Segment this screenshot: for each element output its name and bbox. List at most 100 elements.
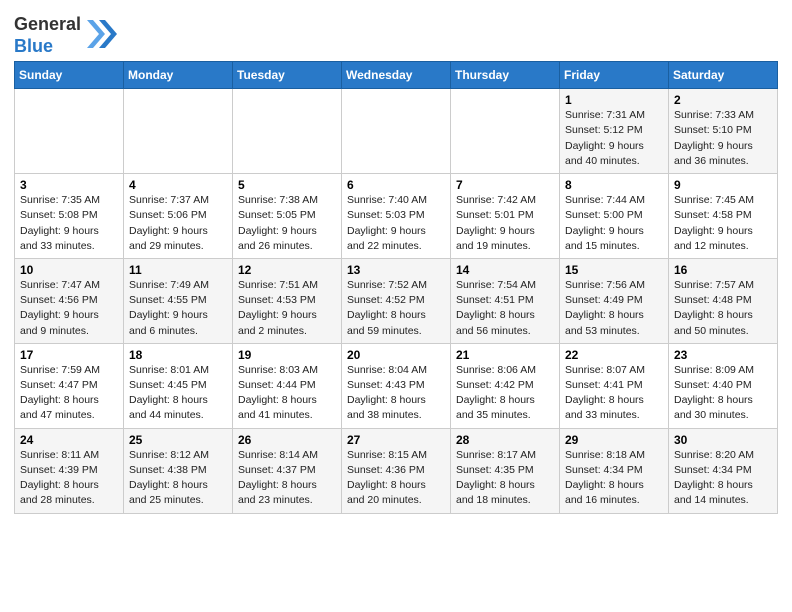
calendar-cell: 15Sunrise: 7:56 AM Sunset: 4:49 PM Dayli…	[560, 258, 669, 343]
calendar-week-row: 17Sunrise: 7:59 AM Sunset: 4:47 PM Dayli…	[15, 343, 778, 428]
day-number: 27	[347, 433, 445, 447]
day-info: Sunrise: 8:04 AM Sunset: 4:43 PM Dayligh…	[347, 363, 445, 424]
calendar-cell: 24Sunrise: 8:11 AM Sunset: 4:39 PM Dayli…	[15, 428, 124, 513]
page: General Blue SundayMondayTuesdayWednesda…	[0, 0, 792, 524]
logo-general: General	[14, 14, 81, 36]
calendar-cell: 21Sunrise: 8:06 AM Sunset: 4:42 PM Dayli…	[451, 343, 560, 428]
calendar-cell: 10Sunrise: 7:47 AM Sunset: 4:56 PM Dayli…	[15, 258, 124, 343]
calendar-week-row: 10Sunrise: 7:47 AM Sunset: 4:56 PM Dayli…	[15, 258, 778, 343]
calendar-cell	[233, 89, 342, 174]
day-number: 29	[565, 433, 663, 447]
calendar-cell	[342, 89, 451, 174]
calendar-cell: 17Sunrise: 7:59 AM Sunset: 4:47 PM Dayli…	[15, 343, 124, 428]
calendar-week-row: 24Sunrise: 8:11 AM Sunset: 4:39 PM Dayli…	[15, 428, 778, 513]
calendar-cell: 20Sunrise: 8:04 AM Sunset: 4:43 PM Dayli…	[342, 343, 451, 428]
logo-area: General Blue	[14, 10, 120, 57]
day-number: 23	[674, 348, 772, 362]
weekday-header-tuesday: Tuesday	[233, 62, 342, 89]
day-number: 14	[456, 263, 554, 277]
calendar-cell: 11Sunrise: 7:49 AM Sunset: 4:55 PM Dayli…	[124, 258, 233, 343]
day-info: Sunrise: 7:38 AM Sunset: 5:05 PM Dayligh…	[238, 193, 336, 254]
day-info: Sunrise: 7:40 AM Sunset: 5:03 PM Dayligh…	[347, 193, 445, 254]
weekday-header-friday: Friday	[560, 62, 669, 89]
day-info: Sunrise: 7:47 AM Sunset: 4:56 PM Dayligh…	[20, 278, 118, 339]
day-info: Sunrise: 7:44 AM Sunset: 5:00 PM Dayligh…	[565, 193, 663, 254]
calendar-cell: 22Sunrise: 8:07 AM Sunset: 4:41 PM Dayli…	[560, 343, 669, 428]
day-number: 30	[674, 433, 772, 447]
weekday-header-wednesday: Wednesday	[342, 62, 451, 89]
calendar-cell: 23Sunrise: 8:09 AM Sunset: 4:40 PM Dayli…	[669, 343, 778, 428]
day-info: Sunrise: 8:14 AM Sunset: 4:37 PM Dayligh…	[238, 448, 336, 509]
day-number: 22	[565, 348, 663, 362]
calendar-cell: 29Sunrise: 8:18 AM Sunset: 4:34 PM Dayli…	[560, 428, 669, 513]
calendar-cell: 26Sunrise: 8:14 AM Sunset: 4:37 PM Dayli…	[233, 428, 342, 513]
day-info: Sunrise: 7:52 AM Sunset: 4:52 PM Dayligh…	[347, 278, 445, 339]
calendar-cell: 4Sunrise: 7:37 AM Sunset: 5:06 PM Daylig…	[124, 174, 233, 259]
weekday-header-thursday: Thursday	[451, 62, 560, 89]
day-number: 17	[20, 348, 118, 362]
day-number: 26	[238, 433, 336, 447]
weekday-header-monday: Monday	[124, 62, 233, 89]
day-info: Sunrise: 8:11 AM Sunset: 4:39 PM Dayligh…	[20, 448, 118, 509]
day-number: 15	[565, 263, 663, 277]
day-number: 11	[129, 263, 227, 277]
calendar-cell	[15, 89, 124, 174]
day-number: 1	[565, 93, 663, 107]
day-info: Sunrise: 7:45 AM Sunset: 4:58 PM Dayligh…	[674, 193, 772, 254]
calendar-cell: 6Sunrise: 7:40 AM Sunset: 5:03 PM Daylig…	[342, 174, 451, 259]
day-number: 25	[129, 433, 227, 447]
day-number: 13	[347, 263, 445, 277]
calendar-cell: 27Sunrise: 8:15 AM Sunset: 4:36 PM Dayli…	[342, 428, 451, 513]
calendar-table: SundayMondayTuesdayWednesdayThursdayFrid…	[14, 61, 778, 513]
calendar-cell: 30Sunrise: 8:20 AM Sunset: 4:34 PM Dayli…	[669, 428, 778, 513]
day-info: Sunrise: 7:31 AM Sunset: 5:12 PM Dayligh…	[565, 108, 663, 169]
day-info: Sunrise: 7:56 AM Sunset: 4:49 PM Dayligh…	[565, 278, 663, 339]
day-number: 9	[674, 178, 772, 192]
calendar-cell: 2Sunrise: 7:33 AM Sunset: 5:10 PM Daylig…	[669, 89, 778, 174]
calendar-cell: 28Sunrise: 8:17 AM Sunset: 4:35 PM Dayli…	[451, 428, 560, 513]
day-number: 24	[20, 433, 118, 447]
calendar-cell: 16Sunrise: 7:57 AM Sunset: 4:48 PM Dayli…	[669, 258, 778, 343]
day-info: Sunrise: 7:37 AM Sunset: 5:06 PM Dayligh…	[129, 193, 227, 254]
day-info: Sunrise: 8:09 AM Sunset: 4:40 PM Dayligh…	[674, 363, 772, 424]
calendar-cell: 19Sunrise: 8:03 AM Sunset: 4:44 PM Dayli…	[233, 343, 342, 428]
calendar-cell: 25Sunrise: 8:12 AM Sunset: 4:38 PM Dayli…	[124, 428, 233, 513]
day-number: 18	[129, 348, 227, 362]
day-number: 6	[347, 178, 445, 192]
day-number: 7	[456, 178, 554, 192]
calendar-cell: 13Sunrise: 7:52 AM Sunset: 4:52 PM Dayli…	[342, 258, 451, 343]
logo-blue: Blue	[14, 36, 81, 58]
day-info: Sunrise: 7:57 AM Sunset: 4:48 PM Dayligh…	[674, 278, 772, 339]
calendar-cell: 8Sunrise: 7:44 AM Sunset: 5:00 PM Daylig…	[560, 174, 669, 259]
weekday-header-row: SundayMondayTuesdayWednesdayThursdayFrid…	[15, 62, 778, 89]
day-number: 20	[347, 348, 445, 362]
day-info: Sunrise: 7:51 AM Sunset: 4:53 PM Dayligh…	[238, 278, 336, 339]
calendar-cell: 1Sunrise: 7:31 AM Sunset: 5:12 PM Daylig…	[560, 89, 669, 174]
calendar-cell: 9Sunrise: 7:45 AM Sunset: 4:58 PM Daylig…	[669, 174, 778, 259]
day-info: Sunrise: 8:15 AM Sunset: 4:36 PM Dayligh…	[347, 448, 445, 509]
day-info: Sunrise: 7:42 AM Sunset: 5:01 PM Dayligh…	[456, 193, 554, 254]
day-info: Sunrise: 8:07 AM Sunset: 4:41 PM Dayligh…	[565, 363, 663, 424]
day-info: Sunrise: 8:17 AM Sunset: 4:35 PM Dayligh…	[456, 448, 554, 509]
calendar-week-row: 1Sunrise: 7:31 AM Sunset: 5:12 PM Daylig…	[15, 89, 778, 174]
day-number: 5	[238, 178, 336, 192]
day-number: 12	[238, 263, 336, 277]
day-info: Sunrise: 8:01 AM Sunset: 4:45 PM Dayligh…	[129, 363, 227, 424]
weekday-header-sunday: Sunday	[15, 62, 124, 89]
header: General Blue	[14, 10, 778, 57]
logo-icon	[84, 16, 120, 52]
day-info: Sunrise: 7:59 AM Sunset: 4:47 PM Dayligh…	[20, 363, 118, 424]
day-number: 21	[456, 348, 554, 362]
calendar-week-row: 3Sunrise: 7:35 AM Sunset: 5:08 PM Daylig…	[15, 174, 778, 259]
calendar-cell: 5Sunrise: 7:38 AM Sunset: 5:05 PM Daylig…	[233, 174, 342, 259]
day-info: Sunrise: 8:03 AM Sunset: 4:44 PM Dayligh…	[238, 363, 336, 424]
day-info: Sunrise: 8:20 AM Sunset: 4:34 PM Dayligh…	[674, 448, 772, 509]
day-number: 16	[674, 263, 772, 277]
day-info: Sunrise: 7:49 AM Sunset: 4:55 PM Dayligh…	[129, 278, 227, 339]
day-number: 19	[238, 348, 336, 362]
day-number: 8	[565, 178, 663, 192]
weekday-header-saturday: Saturday	[669, 62, 778, 89]
calendar-cell: 3Sunrise: 7:35 AM Sunset: 5:08 PM Daylig…	[15, 174, 124, 259]
calendar-cell: 14Sunrise: 7:54 AM Sunset: 4:51 PM Dayli…	[451, 258, 560, 343]
day-info: Sunrise: 7:33 AM Sunset: 5:10 PM Dayligh…	[674, 108, 772, 169]
